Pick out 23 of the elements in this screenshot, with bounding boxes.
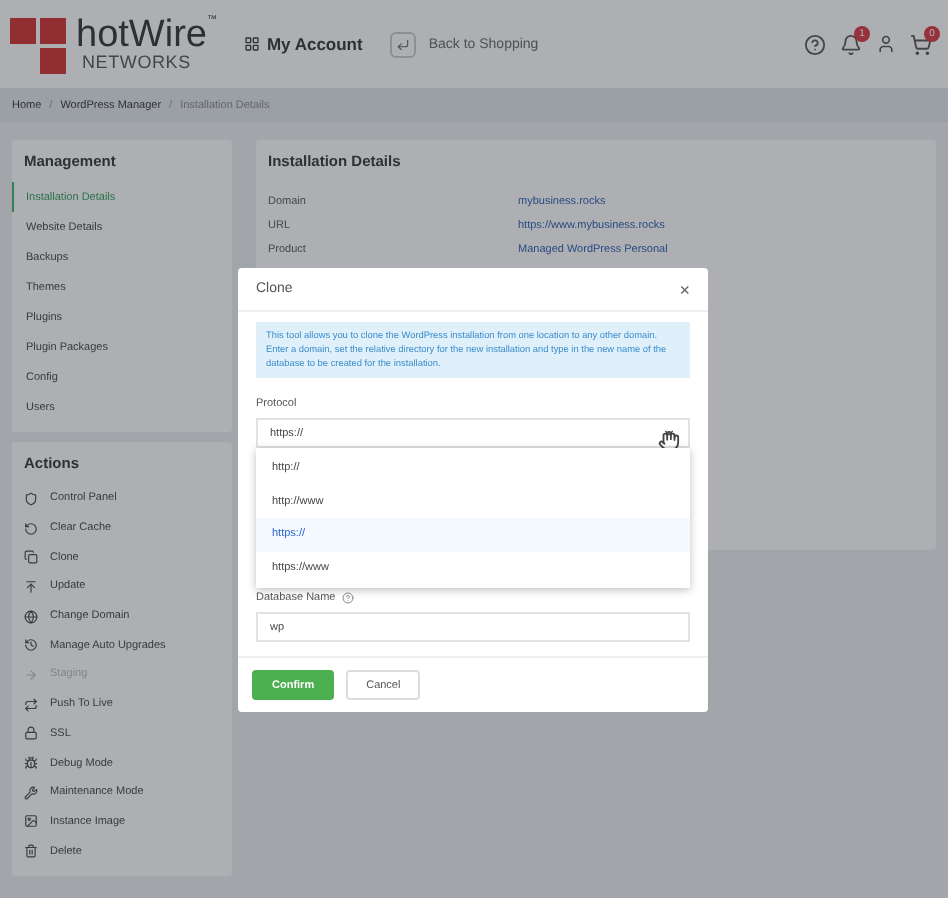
trash-icon [24, 844, 38, 859]
refresh-icon [24, 521, 38, 536]
shield-icon [24, 491, 38, 506]
wrench-icon [24, 785, 38, 800]
image-icon [24, 814, 38, 829]
history-icon [24, 638, 38, 653]
bug-icon [24, 756, 38, 771]
copy-icon [24, 550, 38, 565]
close-button[interactable]: × [679, 279, 690, 299]
grid-icon [244, 36, 261, 52]
logo-subtitle: NETWORKS [82, 54, 193, 72]
logo-name: hotWire [76, 14, 207, 56]
repeat-icon [24, 697, 38, 712]
logo-icon [10, 14, 70, 74]
help-icon [341, 592, 354, 605]
my-account-link[interactable]: My Account [266, 34, 363, 54]
globe-icon [24, 609, 38, 624]
upload-icon [24, 579, 38, 594]
user-icon[interactable] [876, 34, 896, 54]
arrow-icon [24, 667, 38, 682]
return-icon [390, 31, 417, 57]
help-icon[interactable] [804, 33, 826, 55]
lock-icon [24, 726, 38, 741]
